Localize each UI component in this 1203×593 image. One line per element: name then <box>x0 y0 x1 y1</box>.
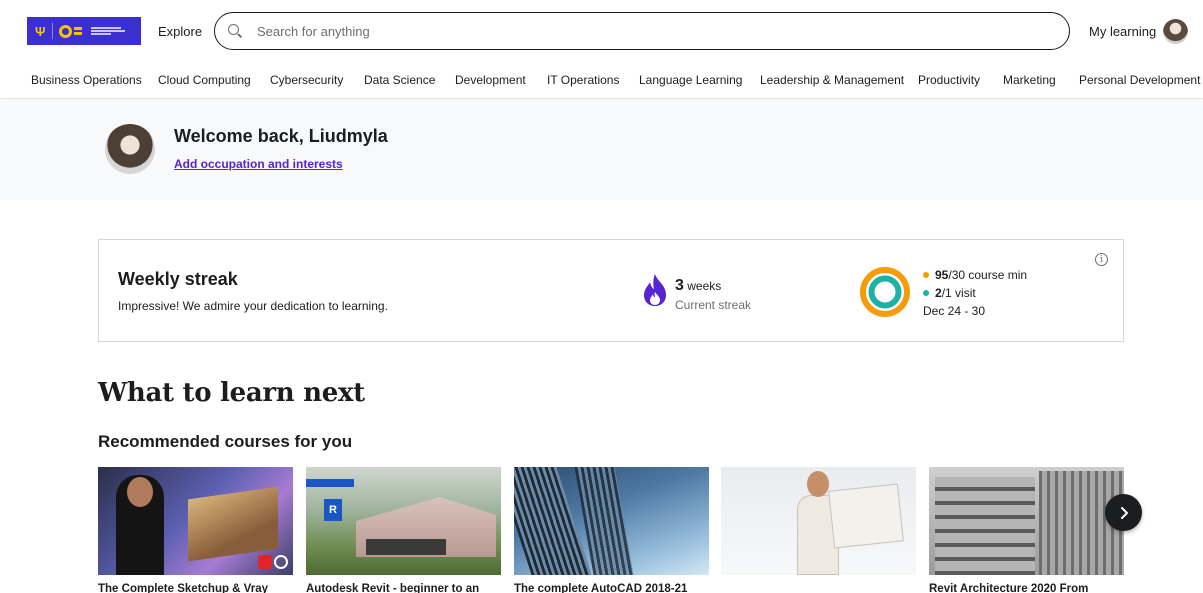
course-thumbnail[interactable]: R <box>306 467 501 575</box>
my-learning-link[interactable]: My learning <box>1089 24 1156 39</box>
logo-mark <box>58 24 82 38</box>
profile-avatar[interactable] <box>105 124 155 174</box>
category-productivity[interactable]: Productivity <box>918 73 980 87</box>
current-streak-label: Current streak <box>675 298 752 312</box>
carousel-next-button[interactable] <box>1105 494 1142 531</box>
streak-dates: Dec 24 - 30 <box>923 304 986 318</box>
course-thumbnail[interactable] <box>514 467 709 575</box>
course-card[interactable]: R Autodesk Revit - beginner to an <box>306 467 501 593</box>
course-card[interactable] <box>721 467 916 593</box>
visits-dot <box>923 290 929 296</box>
explore-link[interactable]: Explore <box>158 24 202 39</box>
trident-icon: Ψ <box>35 23 46 39</box>
logo-text-lines <box>90 27 125 35</box>
category-data-science[interactable]: Data Science <box>364 73 435 87</box>
info-icon[interactable]: i <box>1095 253 1108 266</box>
weekly-streak-card: Weekly streak Impressive! We admire your… <box>98 239 1124 342</box>
category-language-learning[interactable]: Language Learning <box>639 73 742 87</box>
course-title[interactable]: Autodesk Revit - beginner to an <box>306 583 501 593</box>
visits-value: 2 <box>935 286 942 300</box>
flame-icon <box>644 274 666 306</box>
course-card[interactable]: The Complete Sketchup & Vray <box>98 467 293 593</box>
minutes-dot <box>923 272 929 278</box>
minutes-rest: /30 course min <box>948 268 1028 282</box>
sketchup-logo-icon <box>258 555 272 569</box>
course-card[interactable]: The complete AutoCAD 2018-21 <box>514 467 709 593</box>
streak-weeks-count: 3 <box>675 277 684 294</box>
add-occupation-link[interactable]: Add occupation and interests <box>174 157 343 171</box>
course-title[interactable]: Revit Architecture 2020 From <box>929 583 1124 593</box>
minutes-value: 95 <box>935 268 949 282</box>
top-header: Ψ Explore My learning <box>0 0 1203 64</box>
category-leadership-management[interactable]: Leadership & Management <box>760 73 904 87</box>
course-card[interactable]: Revit Architecture 2020 From <box>929 467 1124 593</box>
course-thumbnail[interactable] <box>98 467 293 575</box>
course-thumbnail[interactable] <box>929 467 1124 575</box>
minutes-stat: 95/30 course min <box>923 268 1027 282</box>
welcome-banner: Welcome back, Liudmyla Add occupation an… <box>0 100 1203 200</box>
visits-stat: 2/1 visit <box>923 286 976 300</box>
recommended-heading: Recommended courses for you <box>98 432 353 451</box>
category-business-operations[interactable]: Business Operations <box>31 73 142 87</box>
ministry-logo[interactable]: Ψ <box>27 17 141 45</box>
category-personal-development[interactable]: Personal Development <box>1079 73 1200 87</box>
vray-logo-icon <box>274 555 288 569</box>
course-thumbnail[interactable] <box>721 467 916 575</box>
category-nav: Business Operations Cloud Computing Cybe… <box>0 64 1203 99</box>
revit-logo-icon: R <box>324 499 342 521</box>
user-avatar[interactable] <box>1163 19 1188 44</box>
search-bar[interactable] <box>214 12 1070 50</box>
search-icon[interactable] <box>227 23 243 39</box>
chevron-right-icon <box>1120 506 1128 519</box>
welcome-title: Welcome back, Liudmyla <box>174 126 388 146</box>
category-cybersecurity[interactable]: Cybersecurity <box>270 73 343 87</box>
streak-weeks: 3 weeks <box>675 277 721 295</box>
category-it-operations[interactable]: IT Operations <box>547 73 619 87</box>
category-development[interactable]: Development <box>455 73 526 87</box>
progress-ring <box>860 267 910 317</box>
learn-next-heading: What to learn next <box>98 378 365 408</box>
course-title[interactable]: The Complete Sketchup & Vray <box>98 583 293 593</box>
streak-weeks-unit: weeks <box>683 279 722 293</box>
course-title[interactable]: The complete AutoCAD 2018-21 <box>514 583 709 593</box>
visits-rest: /1 visit <box>941 286 976 300</box>
search-input[interactable] <box>257 23 1037 39</box>
category-cloud-computing[interactable]: Cloud Computing <box>158 73 251 87</box>
studio-tag <box>306 479 354 487</box>
streak-title: Weekly streak <box>118 269 238 289</box>
visits-ring <box>868 275 902 309</box>
streak-subtitle: Impressive! We admire your dedication to… <box>118 299 388 313</box>
category-marketing[interactable]: Marketing <box>1003 73 1056 87</box>
